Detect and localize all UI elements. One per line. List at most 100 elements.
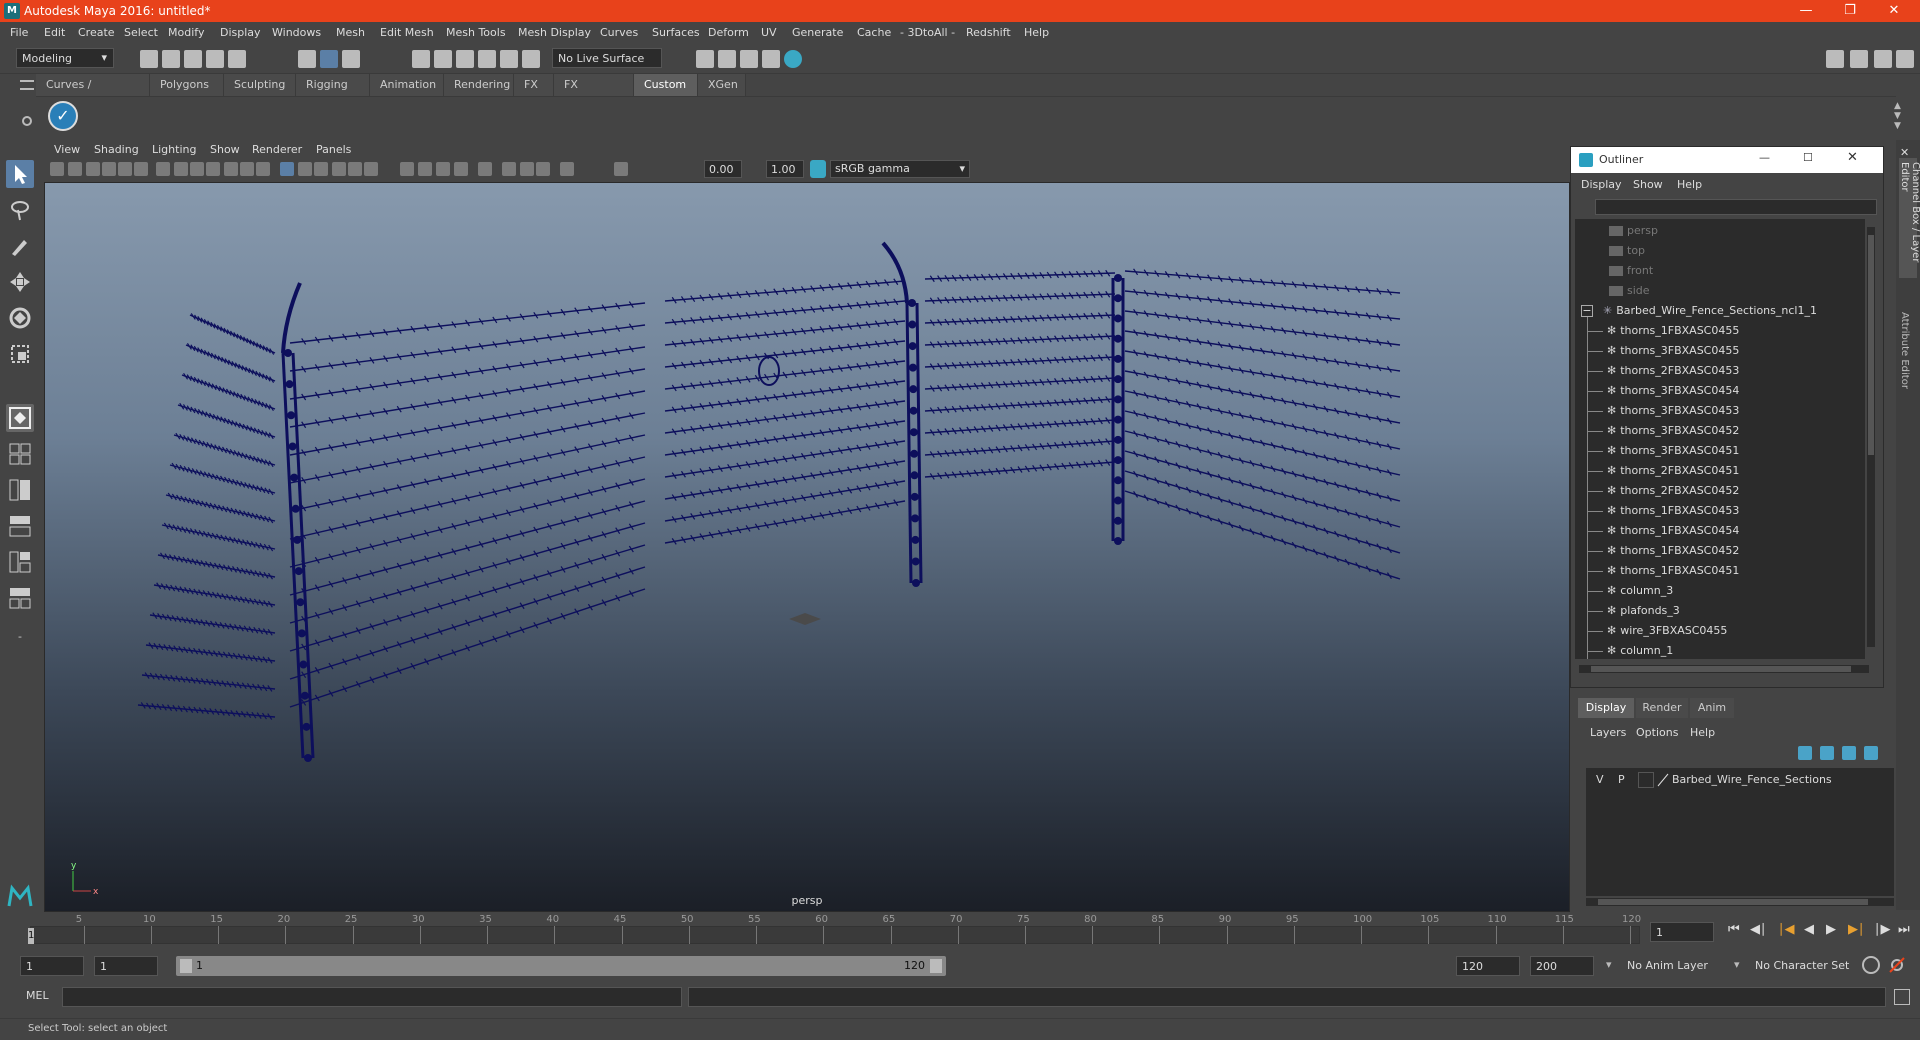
persp-uv-layout-icon[interactable] [6,584,34,612]
outliner-search-input[interactable] [1595,199,1877,215]
toggle-tool-settings-icon[interactable] [1896,50,1914,68]
select-component-icon[interactable] [342,50,360,68]
collapse-icon[interactable]: − [1581,305,1593,317]
anti-aliasing-icon[interactable] [436,162,450,176]
chevron-down-icon[interactable]: ▾ [1734,958,1740,971]
shelf-scroll-arrows[interactable]: ▲ ▼ ▼ [1894,101,1901,131]
minimize-button[interactable]: — [1784,0,1828,22]
character-set-dropdown[interactable]: No Character Set [1750,956,1870,976]
depth-of-field-icon[interactable] [454,162,468,176]
menu-mesh-tools[interactable]: Mesh Tools [446,26,506,39]
workspace-icon[interactable] [1826,50,1844,68]
single-perspective-layout-icon[interactable] [6,404,34,432]
more-layouts-icon[interactable]: - [6,630,34,650]
menu-edit[interactable]: Edit [44,26,65,39]
maximize-button[interactable]: ❐ [1828,0,1872,22]
panel-menu-lighting[interactable]: Lighting [152,143,196,156]
persp-graph-layout-icon[interactable] [6,512,34,540]
snap-view-icon[interactable] [478,50,496,68]
menu-deform[interactable]: Deform [708,26,749,39]
chevron-down-icon[interactable]: ▾ [1606,958,1612,971]
isolate-select-icon[interactable] [478,162,492,176]
bookmark-icon[interactable] [86,162,100,176]
xray-icon[interactable] [502,162,516,176]
outliner-item-front[interactable]: front [1609,261,1653,281]
move-tool-icon[interactable] [6,268,34,296]
shelf-tab-rendering[interactable]: Rendering [444,74,514,96]
outliner-item-persp[interactable]: persp [1609,221,1658,241]
select-tool-icon[interactable] [6,160,34,188]
step-forward-frame-icon[interactable]: ▶∣ [1848,922,1865,937]
shelf-settings-icon[interactable] [22,116,32,126]
step-back-frame-icon[interactable]: ∣◀ [1778,922,1795,937]
mel-command-input[interactable] [62,987,682,1007]
menu-surfaces[interactable]: Surfaces [652,26,700,39]
panel-menu-renderer[interactable]: Renderer [252,143,302,156]
new-layer-selected-icon[interactable] [1864,746,1878,760]
outliner-item-column_3[interactable]: ✻ column_3 [1587,581,1673,601]
outliner-item-thorns_1fbxasc0453[interactable]: ✻ thorns_1FBXASC0453 [1587,501,1739,521]
grease-pencil-icon[interactable] [134,162,148,176]
hypershade-icon[interactable] [762,50,780,68]
range-end-handle[interactable] [930,959,942,973]
playback-end-field[interactable]: 120 [1456,956,1520,976]
snap-curve-icon[interactable] [434,50,452,68]
exposure-field[interactable]: 0.00 [704,160,742,178]
outliner-item-thorns_2fbxasc0451[interactable]: ✻ thorns_2FBXASC0451 [1587,461,1739,481]
outliner-vertical-scrollbar[interactable] [1867,227,1875,647]
snap-vertex-icon[interactable] [522,50,540,68]
outliner-item-thorns_2fbxasc0452[interactable]: ✻ thorns_2FBXASC0452 [1587,481,1739,501]
panel-menu-shading[interactable]: Shading [94,143,139,156]
shelf-menu-icon[interactable] [20,80,34,90]
range-slider[interactable]: 1 120 [176,956,946,976]
outliner-item-wire_3fbxasc0455[interactable]: ✻ wire_3FBXASC0455 [1587,621,1727,641]
shelf-tab-animation[interactable]: Animation [370,74,444,96]
scale-tool-icon[interactable] [6,340,34,368]
menu-file[interactable]: File [10,26,28,39]
menu-generate[interactable]: Generate [792,26,843,39]
persp-outliner-layout-icon[interactable] [6,476,34,504]
exposure-icon[interactable] [560,162,574,176]
image-plane-icon[interactable] [102,162,116,176]
outliner-item-top[interactable]: top [1609,241,1645,261]
outliner-menu-help[interactable]: Help [1677,178,1702,191]
layer-name[interactable]: Barbed_Wire_Fence_Sections [1672,773,1832,786]
move-layer-down-icon[interactable] [1820,746,1834,760]
barbed-wire-fence-model[interactable] [45,183,1570,912]
use-lights-icon[interactable] [348,162,362,176]
menu-mesh[interactable]: Mesh [336,26,365,39]
outliner-item-thorns_1fbxasc0451[interactable]: ✻ thorns_1FBXASC0451 [1587,561,1739,581]
time-slider-track[interactable] [30,926,1640,944]
layer-type-toggle[interactable] [1638,772,1654,788]
camera-attributes-icon[interactable] [68,162,82,176]
menu-display[interactable]: Display [220,26,261,39]
outliner-item-thorns_3fbxasc0455[interactable]: ✻ thorns_3FBXASC0455 [1587,341,1739,361]
menu-uv[interactable]: UV [761,26,777,39]
lasso-tool-icon[interactable] [6,196,34,224]
close-icon[interactable]: ✕ [1847,150,1858,165]
mode-dropdown[interactable]: Modeling ▾ [16,48,114,68]
outliner-item-group[interactable]: − ✳ Barbed_Wire_Fence_Sections_ncl1_1 [1581,301,1817,321]
menu-curves[interactable]: Curves [600,26,638,39]
field-chart-icon[interactable] [224,162,238,176]
preferences-icon[interactable] [1888,956,1906,974]
panel-menu-panels[interactable]: Panels [316,143,351,156]
script-editor-icon[interactable] [1894,989,1910,1005]
ipr-render-icon[interactable] [718,50,736,68]
outliner-item-thorns_3fbxasc0451[interactable]: ✻ thorns_3FBXASC0451 [1587,441,1739,461]
live-surface-field[interactable]: No Live Surface [552,48,662,68]
mel-label[interactable]: MEL [26,989,49,1002]
layer-menu-layers[interactable]: Layers [1590,726,1626,739]
undo-icon[interactable] [206,50,224,68]
wireframe-icon[interactable] [280,162,294,176]
smooth-shade-icon[interactable] [298,162,312,176]
gamma-icon[interactable] [614,162,628,176]
resolution-gate-icon[interactable] [190,162,204,176]
range-start-handle[interactable] [180,959,192,973]
shelf-tab-sculpting[interactable]: Sculpting [224,74,296,96]
time-slider[interactable]: 1 5 10 15 20 25 30 35 40 45 50 55 60 65 70 75 80 85 90 95 1… [20,912,1641,946]
step-forward-key-icon[interactable]: ∣▶ [1874,922,1891,937]
color-space-dropdown[interactable]: sRGB gamma ▾ [830,160,970,178]
grid-icon[interactable] [156,162,170,176]
sign-object[interactable] [758,356,780,386]
